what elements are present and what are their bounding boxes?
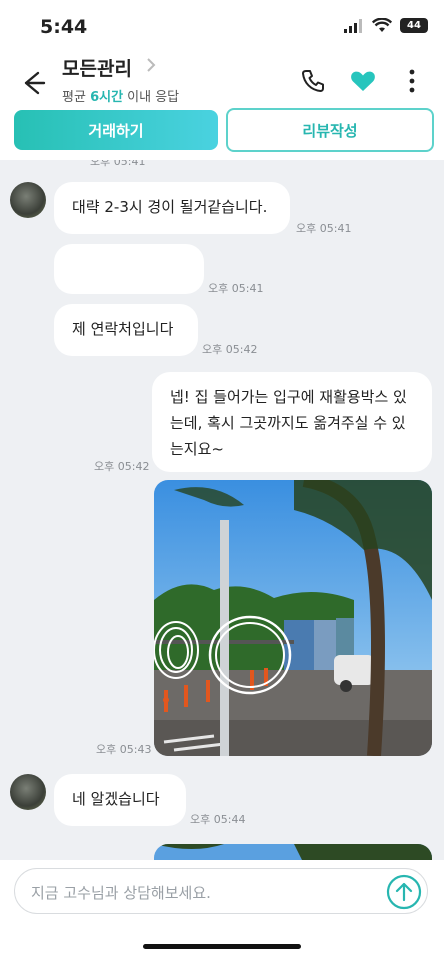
back-arrow-icon[interactable] xyxy=(18,68,48,98)
message-text: 대략 2-3시 경이 될거같습니다. xyxy=(72,198,268,216)
message-time: 오후 05:41 xyxy=(90,160,146,168)
more-options-icon[interactable] xyxy=(402,68,422,94)
message-time: 오후 05:42 xyxy=(202,343,258,356)
response-time-value: 6시간 xyxy=(90,90,124,105)
phone-icon[interactable] xyxy=(300,68,326,94)
deal-button[interactable]: 거래하기 xyxy=(14,110,218,150)
wifi-icon xyxy=(372,18,392,32)
status-time: 5:44 xyxy=(40,16,88,38)
message-bubble-received: 네 알겠습니다 xyxy=(54,774,186,826)
chat-header: 모든관리 평균 6시간 이내 응답 거래하기 리뷰작성 xyxy=(0,52,444,160)
message-time: 오후 05:44 xyxy=(190,813,246,826)
photo-message[interactable] xyxy=(154,844,432,860)
status-icons: 44 xyxy=(344,18,428,33)
message-bubble-received xyxy=(54,244,204,294)
message-input-placeholder: 지금 고수님과 상담해보세요. xyxy=(31,884,211,902)
message-input[interactable]: 지금 고수님과 상담해보세요. xyxy=(14,868,428,914)
message-time: 오후 05:43 xyxy=(96,743,152,756)
avatar[interactable] xyxy=(10,182,46,218)
write-review-button[interactable]: 리뷰작성 xyxy=(226,108,434,152)
status-bar: 5:44 44 xyxy=(0,0,444,52)
message-text: 넵! 집 들어가는 입구에 재활용박스 있는데, 혹시 그곳까지도 옮겨주실 수… xyxy=(170,388,407,458)
response-time-suffix: 이내 응답 xyxy=(123,90,180,105)
message-time: 오후 05:41 xyxy=(208,282,264,295)
chat-title[interactable]: 모든관리 xyxy=(62,54,132,81)
avatar[interactable] xyxy=(10,774,46,810)
message-time: 오후 05:41 xyxy=(296,222,352,235)
message-text: 네 알겠습니다 xyxy=(72,790,160,808)
message-bubble-received: 대략 2-3시 경이 될거같습니다. xyxy=(54,182,290,234)
photo-preview xyxy=(154,844,432,860)
street-photo xyxy=(154,480,432,756)
message-bubble-received: 제 연락처입니다 xyxy=(54,304,198,356)
response-time: 평균 6시간 이내 응답 xyxy=(62,86,179,105)
chat-messages[interactable]: 오후 05:41 대략 2-3시 경이 될거같습니다. 오후 05:41 오후 … xyxy=(0,160,444,860)
signal-icon xyxy=(344,18,362,33)
home-indicator xyxy=(143,944,301,949)
chevron-right-icon[interactable] xyxy=(145,58,157,72)
response-time-prefix: 평균 xyxy=(62,90,91,105)
send-arrow-icon[interactable] xyxy=(385,873,423,911)
photo-message[interactable] xyxy=(154,480,432,756)
composer: 지금 고수님과 상담해보세요. xyxy=(0,860,444,960)
message-text: 제 연락처입니다 xyxy=(72,320,174,338)
heart-icon[interactable] xyxy=(350,69,376,93)
message-time: 오후 05:42 xyxy=(94,460,150,473)
battery-icon: 44 xyxy=(400,18,428,33)
message-bubble-sent: 넵! 집 들어가는 입구에 재활용박스 있는데, 혹시 그곳까지도 옮겨주실 수… xyxy=(152,372,432,472)
